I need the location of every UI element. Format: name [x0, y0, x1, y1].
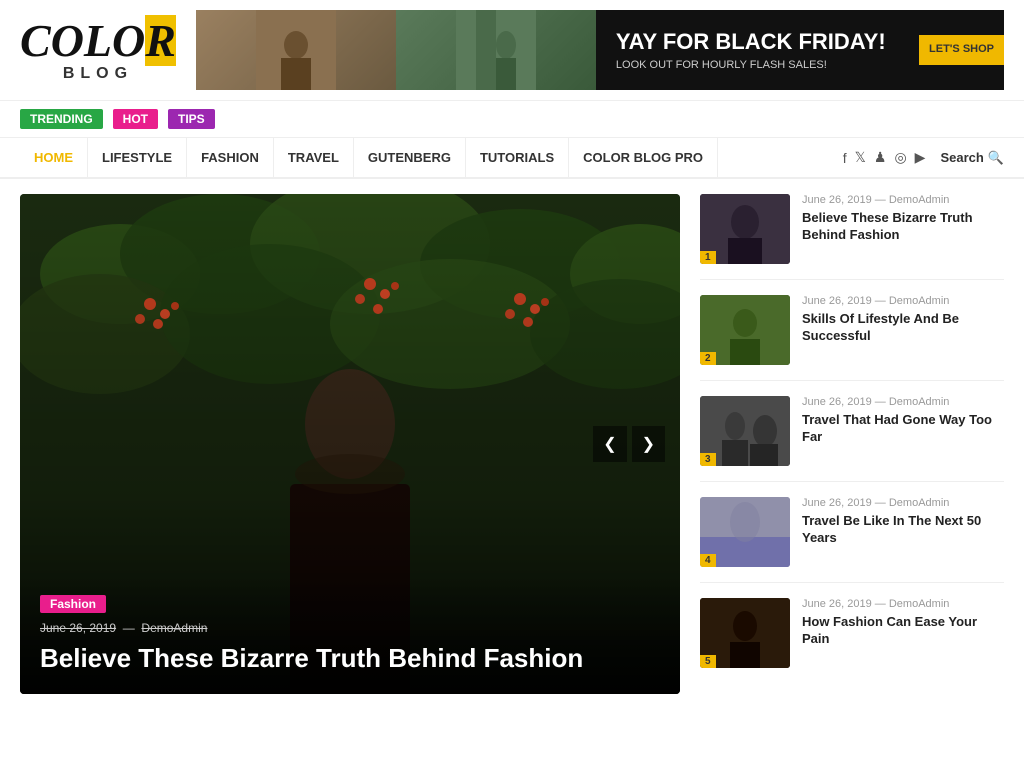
sidebar-thumb-4: 4 — [700, 497, 790, 567]
sidebar-item-num-3: 3 — [700, 453, 716, 466]
sidebar-thumb-5: 5 — [700, 598, 790, 668]
banner-image-1 — [196, 10, 396, 90]
sidebar-item-num-4: 4 — [700, 554, 716, 567]
nav-item-travel[interactable]: TRAVEL — [274, 138, 354, 177]
sidebar-title-1[interactable]: Believe These Bizarre Truth Behind Fashi… — [802, 210, 1004, 244]
sidebar-content-2: June 26, 2019 — DemoAdmin Skills Of Life… — [802, 295, 1004, 345]
social-instagram-icon[interactable]: ◎ — [894, 149, 906, 166]
nav-items: HOME LIFESTYLE FASHION TRAVEL GUTENBERG … — [20, 138, 833, 177]
slider-next-button[interactable]: ❯ — [632, 426, 665, 462]
sidebar-meta-1: June 26, 2019 — DemoAdmin — [802, 194, 1004, 206]
tag-trending[interactable]: TRENDING — [20, 109, 103, 129]
main-content: ❮ ❯ Fashion June 26, 2019 — DemoAdmin Be… — [0, 179, 1024, 709]
nav-item-home[interactable]: HOME — [20, 138, 88, 177]
search-label: Search — [940, 150, 983, 165]
nav-social: f 𝕏 ♟ ◎ ▶ — [843, 149, 926, 166]
nav-item-fashion[interactable]: FASHION — [187, 138, 274, 177]
logo-blog-text: BLOG — [20, 65, 176, 83]
social-facebook-icon[interactable]: f — [843, 150, 847, 166]
banner-subtitle: LOOK OUT FOR HOURLY FLASH SALES! — [616, 59, 899, 71]
sidebar-thumb-1: 1 — [700, 194, 790, 264]
banner-image-2 — [396, 10, 596, 90]
sidebar-title-4[interactable]: Travel Be Like In The Next 50 Years — [802, 513, 1004, 547]
sidebar-item-4: 4 June 26, 2019 — DemoAdmin Travel Be Li… — [700, 497, 1004, 567]
nav-item-gutenberg[interactable]: GUTENBERG — [354, 138, 466, 177]
sidebar-thumb-2: 2 — [700, 295, 790, 365]
tag-bar: TRENDING HOT TIPS — [0, 101, 1024, 137]
header: COLOR BLOG YAY FOR BLACK FRIDAY! LOOK OU… — [0, 0, 1024, 101]
sidebar-item-3: 3 June 26, 2019 — DemoAdmin Travel That … — [700, 396, 1004, 466]
slider-prev-button[interactable]: ❮ — [593, 426, 626, 462]
tag-hot[interactable]: HOT — [113, 109, 158, 129]
sidebar-item-2: 2 June 26, 2019 — DemoAdmin Skills Of Li… — [700, 295, 1004, 365]
sidebar-divider-2 — [700, 380, 1004, 381]
slider-controls: ❮ ❯ — [593, 426, 665, 462]
sidebar-item-num-5: 5 — [700, 655, 716, 668]
sidebar-content-1: June 26, 2019 — DemoAdmin Believe These … — [802, 194, 1004, 244]
logo[interactable]: COLOR BLOG — [20, 17, 176, 83]
social-youtube-icon[interactable]: ▶ — [915, 149, 926, 166]
hero-title[interactable]: Believe These Bizarre Truth Behind Fashi… — [40, 643, 660, 674]
sidebar-meta-2: June 26, 2019 — DemoAdmin — [802, 295, 1004, 307]
social-twitter-icon[interactable]: 𝕏 — [855, 149, 866, 166]
hero-category-badge[interactable]: Fashion — [40, 595, 106, 613]
sidebar-title-2[interactable]: Skills Of Lifestyle And Be Successful — [802, 311, 1004, 345]
navbar: HOME LIFESTYLE FASHION TRAVEL GUTENBERG … — [0, 137, 1024, 179]
banner-text-area: YAY FOR BLACK FRIDAY! LOOK OUT FOR HOURL… — [596, 19, 919, 81]
social-pinterest-icon[interactable]: ♟ — [874, 149, 887, 166]
header-banner[interactable]: YAY FOR BLACK FRIDAY! LOOK OUT FOR HOURL… — [196, 10, 1004, 90]
hero-slider[interactable]: ❮ ❯ Fashion June 26, 2019 — DemoAdmin Be… — [20, 194, 680, 694]
sidebar-item-1: 1 June 26, 2019 — DemoAdmin Believe Thes… — [700, 194, 1004, 264]
sidebar-divider-3 — [700, 481, 1004, 482]
sidebar-content-4: June 26, 2019 — DemoAdmin Travel Be Like… — [802, 497, 1004, 547]
sidebar-thumb-3: 3 — [700, 396, 790, 466]
search-icon: 🔍 — [988, 150, 1004, 166]
sidebar-title-3[interactable]: Travel That Had Gone Way Too Far — [802, 412, 1004, 446]
banner-title: YAY FOR BLACK FRIDAY! — [616, 29, 899, 55]
hero-date: June 26, 2019 — [40, 621, 116, 635]
sidebar-item-num-1: 1 — [700, 251, 716, 264]
banner-cta-button[interactable]: LET'S SHOP — [919, 35, 1004, 64]
sidebar-divider-1 — [700, 279, 1004, 280]
hero-overlay: Fashion June 26, 2019 — DemoAdmin Believ… — [20, 575, 680, 694]
tag-tips[interactable]: TIPS — [168, 109, 215, 129]
sidebar-content-5: June 26, 2019 — DemoAdmin How Fashion Ca… — [802, 598, 1004, 648]
sidebar: 1 June 26, 2019 — DemoAdmin Believe Thes… — [700, 194, 1004, 694]
hero-author: DemoAdmin — [141, 621, 207, 635]
sidebar-item-5: 5 June 26, 2019 — DemoAdmin How Fashion … — [700, 598, 1004, 668]
nav-item-tutorials[interactable]: TUTORIALS — [466, 138, 569, 177]
sidebar-title-5[interactable]: How Fashion Can Ease Your Pain — [802, 614, 1004, 648]
sidebar-divider-4 — [700, 582, 1004, 583]
sidebar-meta-5: June 26, 2019 — DemoAdmin — [802, 598, 1004, 610]
sidebar-item-num-2: 2 — [700, 352, 716, 365]
search-button[interactable]: Search 🔍 — [940, 150, 1004, 166]
sidebar-meta-3: June 26, 2019 — DemoAdmin — [802, 396, 1004, 408]
hero-meta: June 26, 2019 — DemoAdmin — [40, 621, 660, 635]
sidebar-meta-4: June 26, 2019 — DemoAdmin — [802, 497, 1004, 509]
nav-item-lifestyle[interactable]: LIFESTYLE — [88, 138, 187, 177]
sidebar-content-3: June 26, 2019 — DemoAdmin Travel That Ha… — [802, 396, 1004, 446]
nav-item-colorblogpro[interactable]: COLOR BLOG PRO — [569, 138, 718, 177]
